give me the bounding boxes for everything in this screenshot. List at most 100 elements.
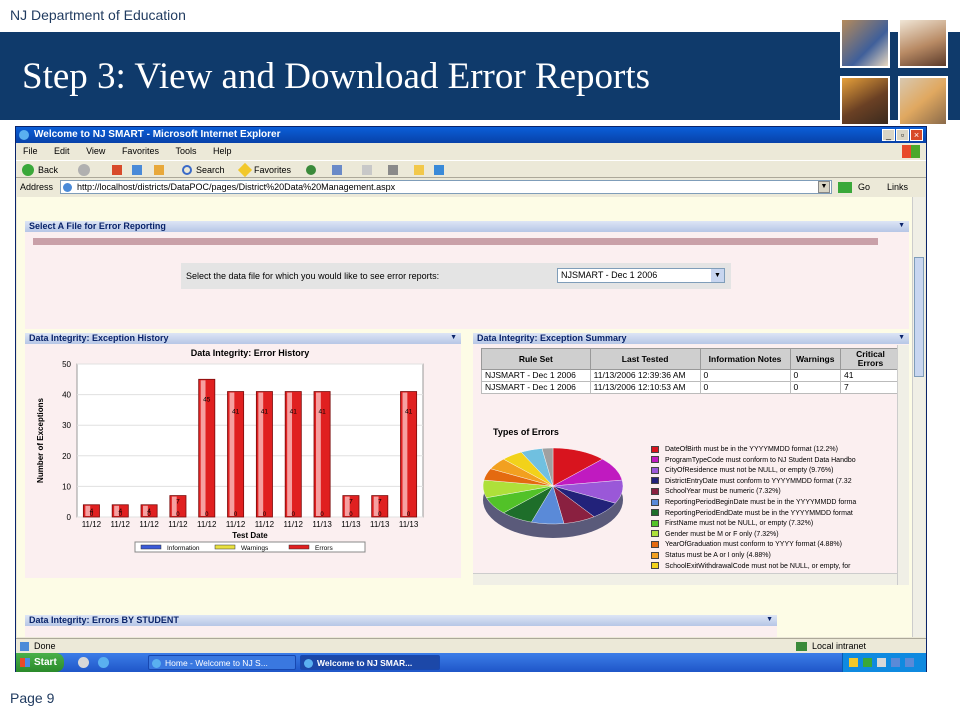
y-tick-label: 0: [67, 513, 72, 522]
y-tick-label: 30: [62, 421, 71, 430]
y-tick-label: 10: [62, 482, 71, 491]
messenger-icon[interactable]: [434, 165, 444, 175]
legend-label: Errors: [315, 545, 333, 552]
collapse-icon[interactable]: ▼: [898, 334, 905, 341]
favorites-icon[interactable]: [237, 162, 253, 178]
taskbar-item-welcome[interactable]: Welcome to NJ SMAR...: [300, 655, 440, 670]
status-bar: Done Local intranet: [16, 638, 926, 652]
legend-label: SchoolExitWithdrawalCode must not be NUL…: [665, 562, 851, 570]
history-icon[interactable]: [332, 165, 342, 175]
address-input[interactable]: http://localhost/districts/DataPOC/pages…: [60, 180, 832, 194]
legend-item: ReportingPeriodEndDate must be in the YY…: [651, 509, 895, 520]
legend-swatch: [651, 477, 659, 485]
cell: 7: [840, 381, 901, 394]
legend-swatch: [651, 519, 659, 527]
menu-tools[interactable]: Tools: [175, 146, 196, 156]
go-icon[interactable]: [838, 182, 852, 193]
collapse-icon[interactable]: ▼: [450, 334, 457, 341]
search-icon[interactable]: [182, 165, 192, 175]
tray-icon[interactable]: [863, 658, 872, 667]
tray-icon[interactable]: [849, 658, 858, 667]
tray-icon[interactable]: [905, 658, 914, 667]
y-tick-label: 20: [62, 452, 71, 461]
back-icon[interactable]: [22, 164, 34, 176]
windows-flag-icon: [20, 658, 30, 667]
legend-label: Information: [167, 545, 200, 552]
maximize-button[interactable]: ▫: [896, 129, 909, 141]
collapse-icon[interactable]: ▼: [766, 616, 773, 623]
forward-icon[interactable]: [78, 164, 90, 176]
menu-edit[interactable]: Edit: [54, 146, 70, 156]
legend-swatch: [651, 456, 659, 464]
media-icon[interactable]: [306, 165, 316, 175]
start-button[interactable]: Start: [16, 653, 64, 672]
stop-icon[interactable]: [112, 165, 122, 175]
tray-icon[interactable]: [891, 658, 900, 667]
menu-favorites[interactable]: Favorites: [122, 146, 159, 156]
cell: 0: [699, 369, 791, 382]
back-button[interactable]: Back: [38, 161, 58, 179]
address-url: http://localhost/districts/DataPOC/pages…: [77, 182, 396, 192]
legend-item: SchoolExitWithdrawalCode must not be NUL…: [651, 562, 895, 573]
close-button[interactable]: ×: [910, 129, 923, 141]
summary-table: Rule Set Last Tested Information Notes W…: [481, 348, 901, 394]
col-warnings: Warnings: [789, 348, 842, 370]
collapse-icon[interactable]: ▼: [898, 222, 905, 229]
students-panel: Data Integrity: Errors BY STUDENT ▼: [25, 615, 777, 637]
taskbar: Start Home - Welcome to NJ S... Welcome …: [16, 653, 926, 672]
address-dropdown-button[interactable]: ▼: [818, 181, 830, 193]
links-button[interactable]: Links: [887, 179, 908, 196]
photo-people-3: [840, 76, 890, 126]
legend-label: CityOfResidence must not be NULL, or emp…: [665, 467, 834, 475]
file-select[interactable]: NJSMART - Dec 1 2006 ▼: [557, 268, 725, 283]
tray-icon[interactable]: [877, 658, 886, 667]
chart-title: Data Integrity: Error History: [191, 348, 310, 358]
menu-help[interactable]: Help: [213, 146, 232, 156]
page-number: Page 9: [10, 690, 55, 706]
taskbar-item-home[interactable]: Home - Welcome to NJ S...: [148, 655, 296, 670]
photo-people-4: [898, 76, 948, 126]
search-button[interactable]: Search: [196, 161, 225, 179]
legend-swatch: [651, 562, 659, 570]
favorites-button[interactable]: Favorites: [254, 161, 291, 179]
task-label: Home - Welcome to NJ S...: [165, 658, 268, 668]
refresh-icon[interactable]: [132, 165, 142, 175]
menu-file[interactable]: File: [23, 146, 38, 156]
x-tick-label: 11/12: [255, 520, 275, 529]
folder-icon[interactable]: [414, 165, 424, 175]
table-row[interactable]: NJSMART - Dec 1 2006 11/13/2006 12:39:36…: [481, 369, 901, 382]
address-label: Address: [20, 182, 54, 192]
home-icon[interactable]: [154, 165, 164, 175]
photo-people-1: [840, 18, 890, 68]
quick-launch-icon[interactable]: [78, 657, 89, 668]
window-titlebar: Welcome to NJ SMART - Microsoft Internet…: [16, 127, 926, 143]
legend-item: FirstName must not be NULL, or empty (7.…: [651, 519, 895, 530]
organization-name: NJ Department of Education: [10, 7, 186, 23]
vertical-scrollbar[interactable]: [912, 197, 925, 637]
x-tick-label: 11/12: [111, 520, 131, 529]
legend-swatch: [140, 544, 162, 550]
go-button[interactable]: Go: [858, 179, 870, 196]
chevron-down-icon[interactable]: ▼: [711, 269, 724, 282]
cell: 41: [840, 369, 901, 382]
summary-panel: Data Integrity: Exception Summary ▼ Rule…: [473, 333, 909, 585]
mail-icon[interactable]: [362, 165, 372, 175]
print-icon[interactable]: [388, 165, 398, 175]
task-label: Welcome to NJ SMAR...: [317, 658, 413, 668]
x-tick-label: 11/12: [284, 520, 304, 529]
inner-vertical-scrollbar[interactable]: [897, 345, 909, 585]
cell: 11/13/2006 12:10:53 AM: [589, 381, 701, 394]
horizontal-scrollbar[interactable]: [473, 573, 897, 585]
x-tick-label: 11/13: [312, 520, 332, 529]
table-row[interactable]: NJSMART - Dec 1 2006 11/13/2006 12:10:53…: [481, 381, 901, 394]
menu-bar: File Edit View Favorites Tools Help: [16, 144, 926, 159]
legend-label: Gender must be M or F only (7.32%): [665, 530, 779, 538]
legend-item: YearOfGraduation must conform to YYYY fo…: [651, 540, 895, 551]
y-axis-label: Number of Exceptions: [36, 398, 45, 483]
history-panel: Data Integrity: Exception History ▼ Data…: [25, 333, 461, 578]
legend-swatch: [651, 509, 659, 517]
menu-view[interactable]: View: [86, 146, 105, 156]
ie-quick-launch-icon[interactable]: [98, 657, 109, 668]
scroll-thumb[interactable]: [914, 257, 924, 377]
minimize-button[interactable]: _: [882, 129, 895, 141]
